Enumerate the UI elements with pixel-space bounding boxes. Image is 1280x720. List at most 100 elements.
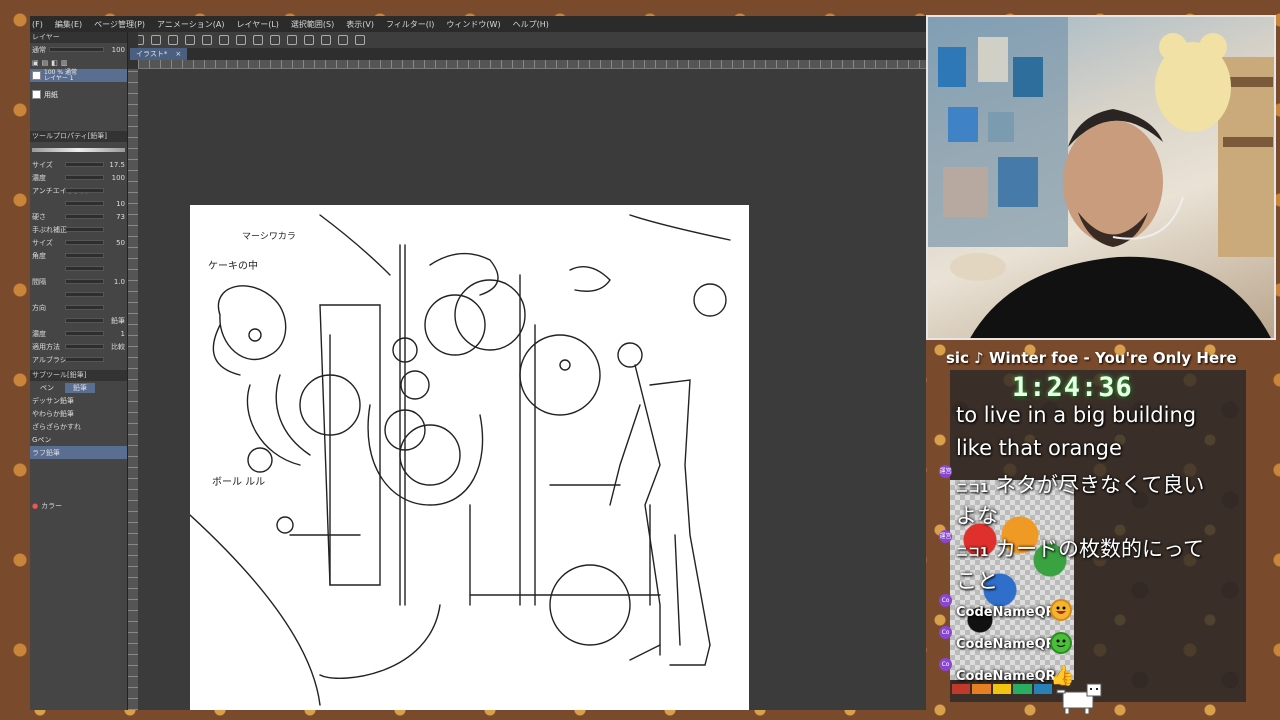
swatch-yellow[interactable] (992, 684, 1012, 694)
menu-help[interactable]: ヘルプ(H) (513, 19, 549, 30)
tab-pencil[interactable]: 鉛筆 (65, 382, 95, 393)
property-value[interactable]: 鉛筆 (107, 316, 125, 326)
canvas-tab[interactable]: イラスト* × (130, 48, 188, 60)
tool-property-row[interactable]: アルブラシ (30, 353, 127, 366)
crop-icon[interactable] (270, 35, 280, 45)
folder-icon[interactable]: ▤ (42, 59, 49, 67)
property-slider[interactable] (65, 175, 104, 180)
chat-message-line: like that orange (956, 436, 1122, 460)
chat-message-line: ニコ1 ネタが尽きなくて良い (956, 469, 1204, 499)
subtool-item[interactable]: やわらか鉛筆 (30, 407, 127, 420)
color-panel-label: カラー (41, 501, 63, 510)
ruler-vertical (128, 69, 138, 710)
layer-thumbnail (32, 71, 41, 80)
menu-animation[interactable]: アニメーション(A) (157, 19, 224, 30)
property-slider[interactable] (65, 305, 104, 310)
property-slider[interactable] (65, 357, 104, 362)
menu-file[interactable]: (F) (32, 20, 43, 29)
tool-property-row[interactable]: 硬さ 73 (30, 210, 127, 223)
property-value[interactable]: 100 (107, 174, 125, 182)
property-slider[interactable] (65, 318, 104, 323)
menu-edit[interactable]: 編集(E) (55, 19, 82, 30)
fill-icon[interactable] (236, 35, 246, 45)
brush-name: ラフ鉛筆 (32, 448, 60, 457)
vector-icon[interactable] (355, 35, 365, 45)
opacity-value[interactable]: 100 (107, 46, 125, 54)
blend-mode-select[interactable]: 通常 (32, 45, 46, 55)
save-icon[interactable] (168, 35, 178, 45)
layer-item-1[interactable]: 100 % 通常 レイヤー 1 (30, 69, 127, 82)
tool-property-row[interactable]: サイズ 17.5 (30, 158, 127, 171)
swatch-green[interactable] (1013, 684, 1032, 694)
menu-page[interactable]: ページ管理(P) (94, 19, 145, 30)
property-label: 濃度 (32, 173, 46, 182)
property-value[interactable]: 1 (107, 330, 125, 338)
property-value[interactable]: 50 (107, 239, 125, 247)
tool-property-row[interactable]: 角度 (30, 249, 127, 262)
property-label: 角度 (32, 251, 46, 260)
opacity-slider[interactable] (49, 47, 104, 52)
property-slider[interactable] (65, 292, 104, 297)
color-panel-row[interactable]: ● カラー (30, 499, 127, 512)
close-icon[interactable]: × (175, 48, 181, 60)
menu-window[interactable]: ウィンドウ(W) (446, 19, 500, 30)
swatch-blue[interactable] (1033, 684, 1053, 694)
pen-icon[interactable] (321, 35, 331, 45)
transform-icon[interactable] (253, 35, 263, 45)
trash-icon[interactable]: ▥ (61, 59, 68, 67)
property-slider[interactable] (65, 279, 104, 284)
property-slider[interactable] (65, 240, 104, 245)
tab-pen[interactable]: ペン (32, 383, 62, 393)
property-value[interactable]: 比較 (107, 342, 125, 352)
redo-icon[interactable] (202, 35, 212, 45)
property-slider[interactable] (65, 331, 104, 336)
tool-property-row[interactable] (30, 262, 127, 275)
layer-item-paper[interactable]: 用紙 (30, 88, 127, 101)
property-value[interactable]: 10 (107, 200, 125, 208)
tool-property-row[interactable]: 鉛筆 (30, 314, 127, 327)
tool-property-row[interactable]: 濃度 100 (30, 171, 127, 184)
tool-property-row[interactable]: 適用方法 比較 (30, 340, 127, 353)
open-icon[interactable] (151, 35, 161, 45)
subtool-item[interactable]: ラフ鉛筆 (30, 446, 127, 459)
tool-property-row[interactable] (30, 288, 127, 301)
menu-selection[interactable]: 選択範囲(S) (291, 19, 334, 30)
chat-text: ネタが尽きなくて良い (995, 473, 1205, 497)
menu-view[interactable]: 表示(V) (346, 19, 374, 30)
swatch-red[interactable] (952, 684, 971, 694)
property-value[interactable]: 17.5 (107, 161, 125, 169)
property-slider[interactable] (65, 344, 104, 349)
property-slider[interactable] (65, 188, 104, 193)
tool-property-row[interactable]: 10 (30, 197, 127, 210)
property-value[interactable]: 73 (107, 213, 125, 221)
drawing-canvas[interactable]: マーシワカラ ケーキの中 ボール ルル (190, 205, 749, 710)
tool-property-row[interactable]: アンチエイリアス (30, 184, 127, 197)
property-slider[interactable] (65, 266, 104, 271)
menu-layer[interactable]: レイヤー(L) (236, 19, 278, 30)
tool-property-row[interactable]: 方向 (30, 301, 127, 314)
property-slider[interactable] (65, 253, 104, 258)
sketch-note-2: ケーキの中 (208, 261, 258, 272)
subtool-item[interactable]: ざらざらかすれ (30, 420, 127, 433)
undo-icon[interactable] (185, 35, 195, 45)
mask-icon[interactable]: ◧ (51, 59, 58, 67)
tool-property-row[interactable]: 手ぶれ補正 (30, 223, 127, 236)
subtool-item[interactable]: デッサン鉛筆 (30, 394, 127, 407)
property-slider[interactable] (65, 162, 104, 167)
swatch-orange[interactable] (972, 684, 991, 694)
property-slider[interactable] (65, 227, 104, 232)
check-icon[interactable] (338, 35, 348, 45)
ruler-icon[interactable] (304, 35, 314, 45)
subtool-item[interactable]: Gペン (30, 433, 127, 446)
tool-property-row[interactable]: 間隔 1.0 (30, 275, 127, 288)
property-slider[interactable] (65, 201, 104, 206)
tool-property-row[interactable]: サイズ 50 (30, 236, 127, 249)
menu-filter[interactable]: フィルター(I) (386, 19, 434, 30)
select-icon[interactable] (287, 35, 297, 45)
property-slider[interactable] (65, 214, 104, 219)
property-value[interactable]: 1.0 (107, 278, 125, 286)
chat-message-line: よな (956, 504, 998, 528)
settings-icon[interactable] (219, 35, 229, 45)
tool-property-row[interactable]: 濃度 1 (30, 327, 127, 340)
new-layer-icon[interactable]: ▣ (32, 59, 39, 67)
